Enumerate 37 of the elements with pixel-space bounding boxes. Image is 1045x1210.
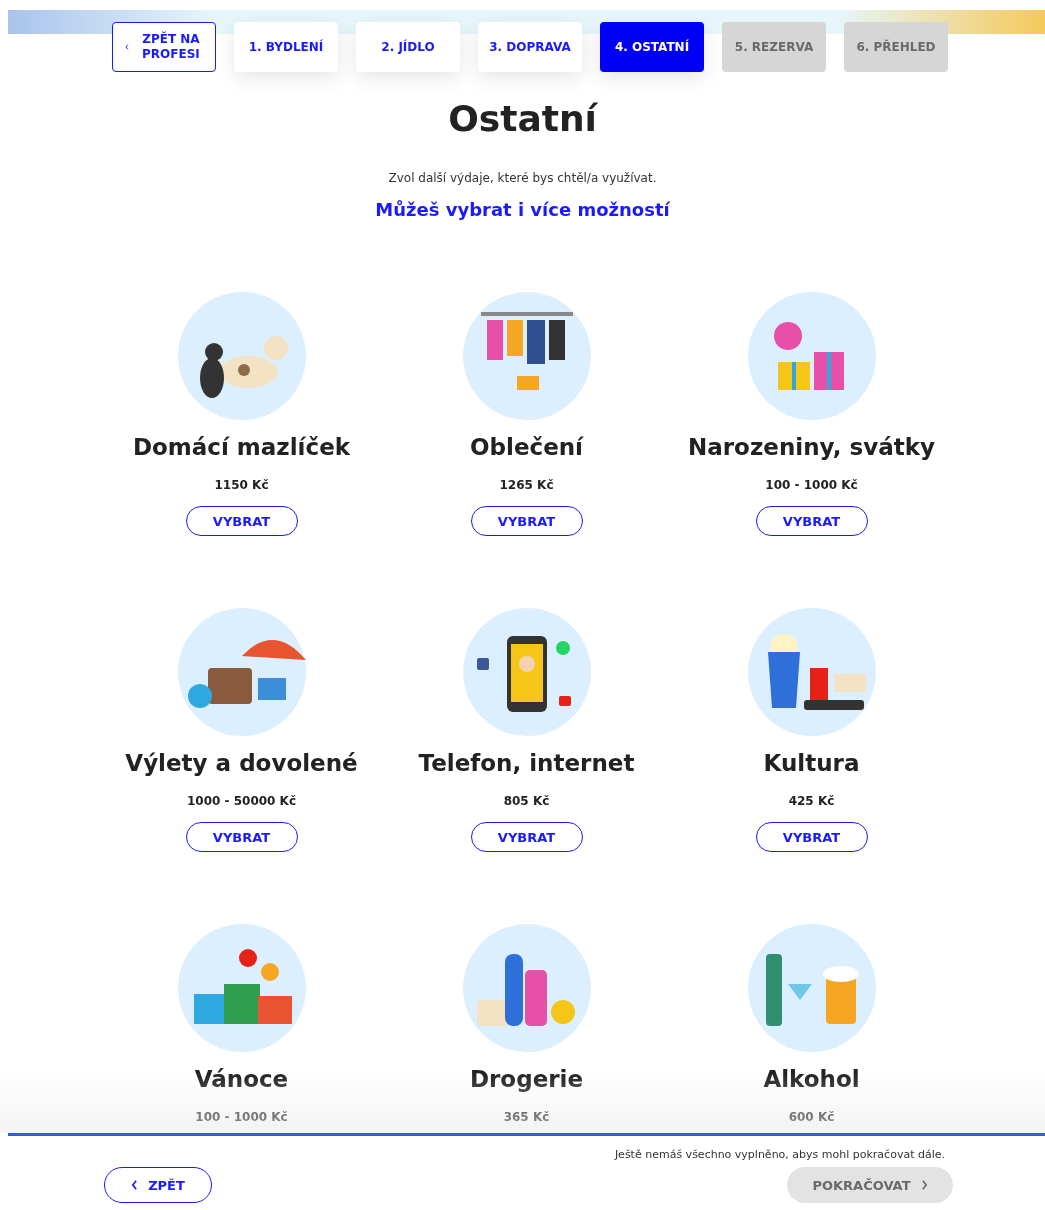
category-title: Telefon, internet bbox=[418, 750, 635, 776]
price-text: 1000 - 50000 Kč bbox=[186, 794, 297, 808]
select-button[interactable]: VYBRAT bbox=[470, 506, 583, 536]
step-tab[interactable]: 4. OSTATNÍ bbox=[600, 22, 704, 72]
price-text: 1150 Kč bbox=[214, 478, 269, 492]
category-title: Vánoce bbox=[194, 1066, 289, 1092]
price-text: 600 Kč bbox=[788, 1110, 835, 1124]
select-button[interactable]: VYBRAT bbox=[470, 822, 583, 852]
select-button[interactable]: VYBRAT bbox=[755, 822, 868, 852]
select-button[interactable]: VYBRAT bbox=[185, 506, 298, 536]
category-title: Oblečení bbox=[470, 434, 583, 460]
chevron-right-icon bbox=[920, 1180, 928, 1190]
step-tab[interactable]: 3. DOPRAVA bbox=[478, 22, 582, 72]
price-text: 100 - 1000 Kč bbox=[765, 478, 858, 492]
category-title: Drogerie bbox=[469, 1066, 584, 1092]
chevron-left-icon bbox=[125, 42, 129, 52]
category-title: Alkohol bbox=[763, 1066, 860, 1092]
price-text: 1265 Kč bbox=[499, 478, 554, 492]
price-text: 805 Kč bbox=[503, 794, 550, 808]
back-button[interactable]: ZPĚT bbox=[104, 1167, 212, 1203]
intro-text: Zvol další výdaje, které bys chtěl/a využívat. bbox=[387, 171, 658, 185]
price-text: 425 Kč bbox=[788, 794, 835, 808]
select-button[interactable]: VYBRAT bbox=[185, 822, 298, 852]
price-text: 100 - 1000 Kč bbox=[195, 1110, 288, 1124]
incomplete-message: Ještě nemáš všechno vyplněno, abys mohl pokračovat dále. bbox=[613, 1148, 945, 1161]
price-text: 365 Kč bbox=[503, 1110, 550, 1124]
select-button[interactable]: VYBRAT bbox=[755, 506, 868, 536]
category-title: Domácí mazlíček bbox=[132, 434, 351, 460]
page-title: Ostatní bbox=[447, 98, 599, 139]
step-tab[interactable]: 1. BYDLENÍ bbox=[234, 22, 338, 72]
category-title: Výlety a dovolené bbox=[125, 750, 358, 776]
category-title: Kultura bbox=[763, 750, 860, 776]
hint-text: Můžeš vybrat i více možností bbox=[374, 199, 671, 220]
back-to-profession-button[interactable]: ZPĚT NA PROFESI bbox=[112, 22, 216, 72]
category-title: Narozeniny, svátky bbox=[688, 434, 935, 460]
step-tab[interactable]: 2. JÍDLO bbox=[356, 22, 460, 72]
chevron-left-icon bbox=[131, 1180, 139, 1190]
